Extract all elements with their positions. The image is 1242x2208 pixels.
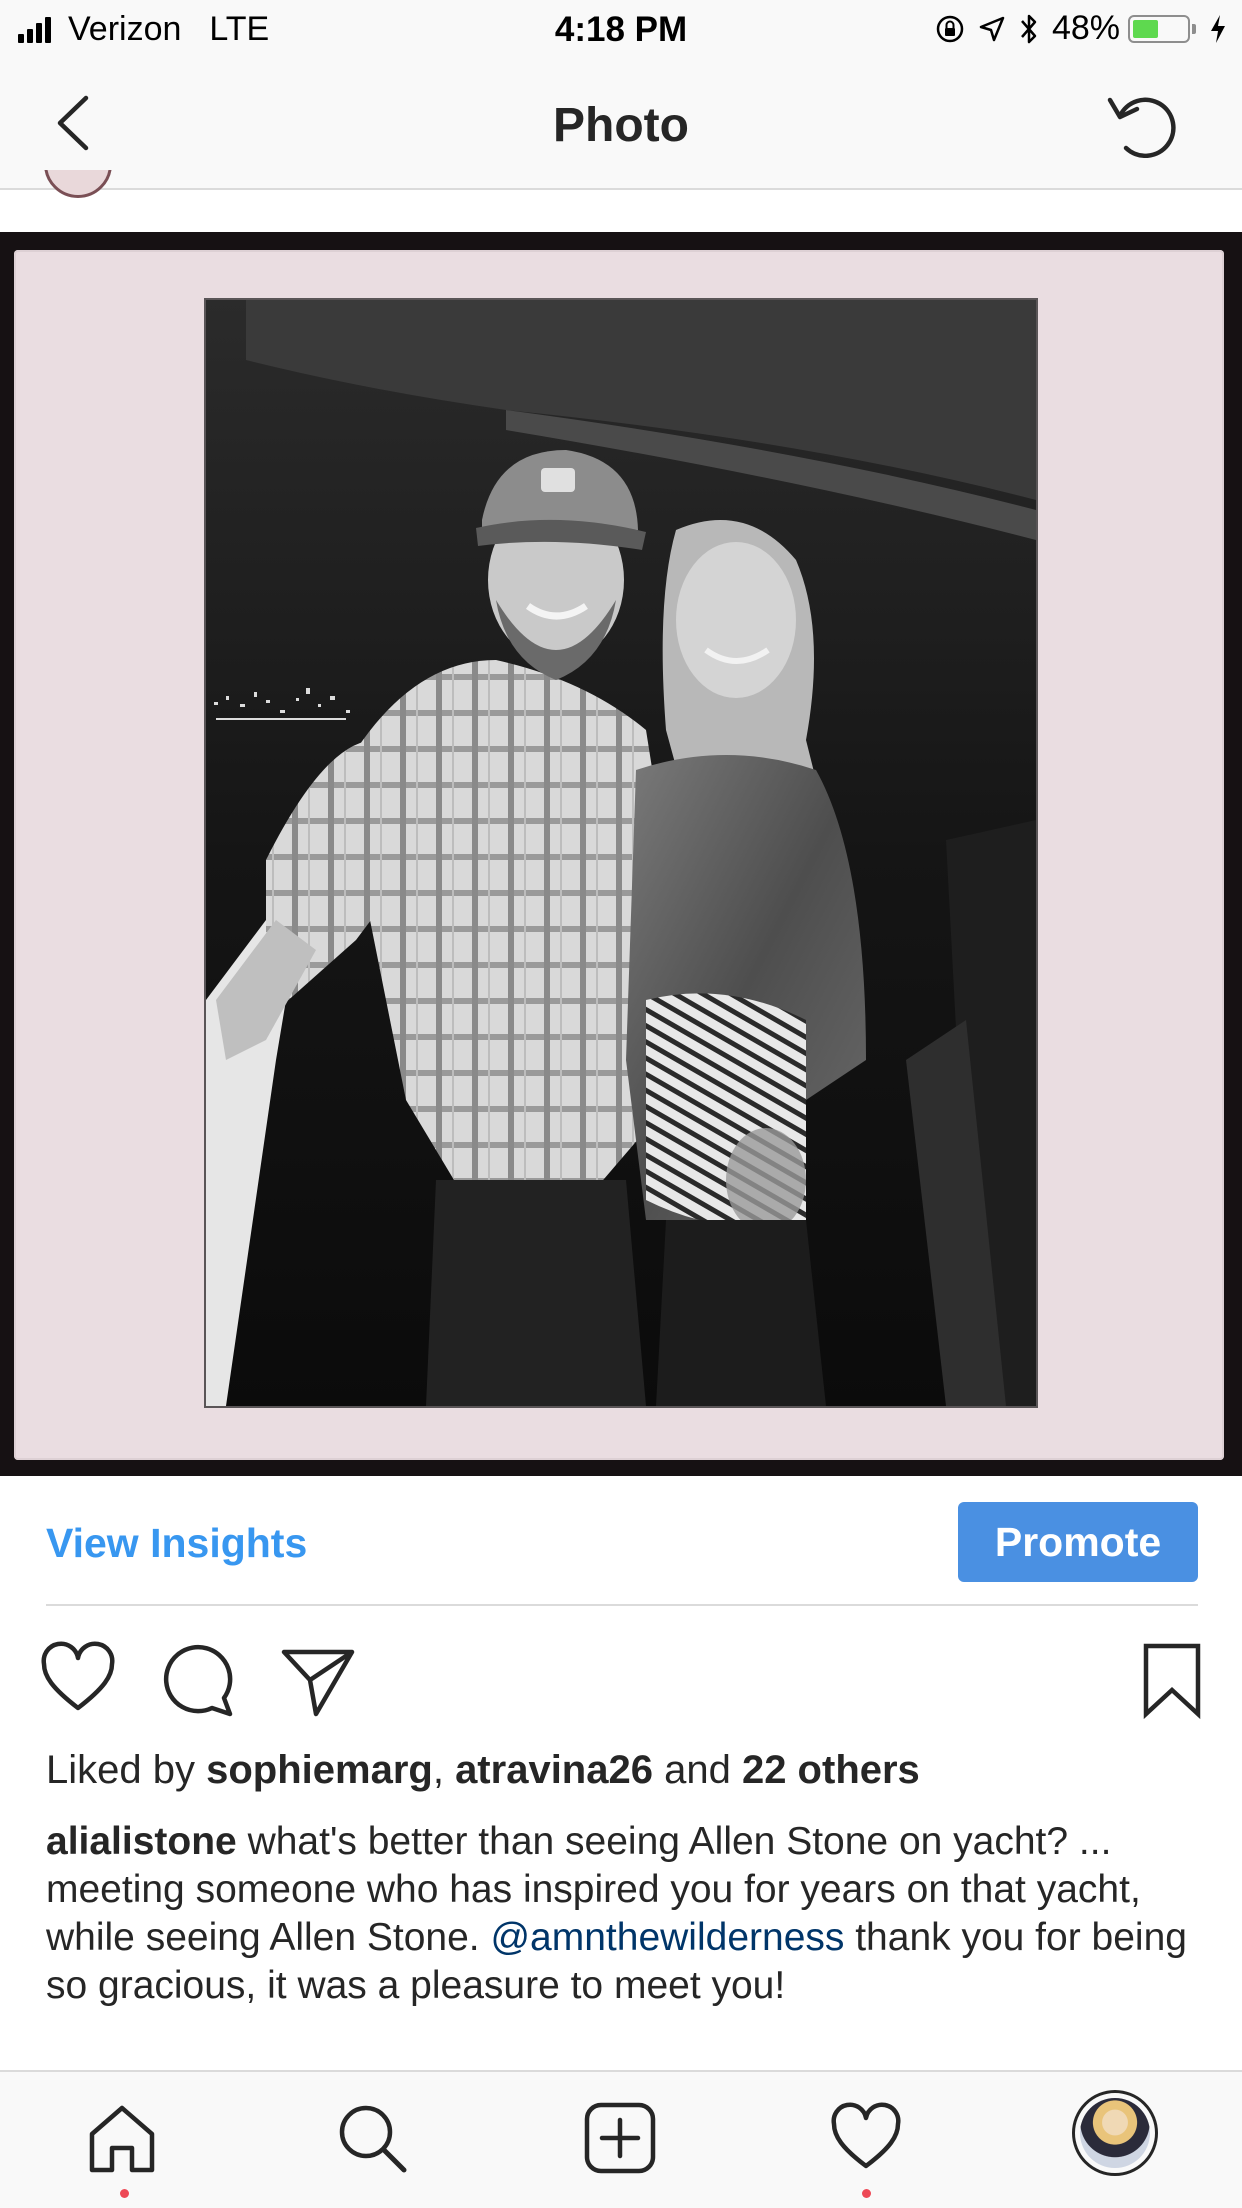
caption-mention[interactable]: @amnthewilderness	[490, 1916, 844, 1959]
post-photo[interactable]	[0, 232, 1242, 1476]
bookmark-icon[interactable]	[1132, 1640, 1212, 1720]
charging-icon	[1211, 14, 1225, 43]
battery-percent: 48%	[1051, 9, 1120, 47]
add-icon[interactable]	[582, 2100, 658, 2176]
view-insights-link[interactable]: View Insights	[46, 1520, 307, 1567]
post-actions	[0, 1640, 1242, 1720]
search-icon[interactable]	[334, 2100, 410, 2176]
page-title: Photo	[553, 99, 689, 152]
photo-mat	[14, 250, 1224, 1460]
liker-link[interactable]: atravina26	[455, 1748, 653, 1792]
battery-cap	[1192, 23, 1196, 34]
insights-row: View Insights Promote	[46, 1500, 1198, 1606]
activity-heart-icon[interactable]	[828, 2100, 904, 2176]
likes-summary: Liked by sophiemarg, atravina26 and 22 o…	[46, 1748, 920, 1793]
comment-icon[interactable]	[160, 1640, 240, 1720]
profile-avatar[interactable]	[1072, 2090, 1158, 2176]
likes-separator: ,	[432, 1748, 456, 1792]
battery-icon	[1128, 14, 1190, 43]
status-right: 48%	[922, 9, 1228, 48]
status-bar: Verizon LTE 4:18 PM 48%	[0, 0, 1242, 62]
location-arrow-icon	[979, 16, 1005, 41]
nav-bar: Photo	[0, 62, 1242, 190]
photo-scene	[206, 300, 1036, 1406]
battery-level-fill	[1133, 19, 1158, 38]
likes-and: and	[652, 1748, 742, 1792]
home-icon[interactable]	[84, 2100, 160, 2176]
photo-print	[206, 300, 1036, 1406]
activity-notification-dot	[862, 2189, 871, 2198]
orientation-lock-icon	[936, 15, 964, 42]
profile-picture	[1080, 2098, 1150, 2168]
likes-count-link[interactable]: 22 others	[742, 1748, 920, 1792]
post-author-avatar[interactable]	[44, 170, 112, 200]
caption-username[interactable]: alialistone	[46, 1820, 237, 1863]
home-notification-dot	[120, 2189, 129, 2198]
promote-button[interactable]: Promote	[958, 1502, 1198, 1582]
share-icon[interactable]	[278, 1640, 358, 1720]
post-caption: alialistone what's better than seeing Al…	[46, 1818, 1206, 2010]
heart-icon[interactable]	[38, 1640, 118, 1720]
refresh-icon[interactable]	[1104, 86, 1184, 166]
tab-bar	[0, 2070, 1242, 2208]
instagram-photo-screen: Verizon LTE 4:18 PM 48% Photo View Insig…	[0, 0, 1242, 2208]
likes-prefix: Liked by	[46, 1748, 207, 1792]
bluetooth-icon	[1020, 14, 1037, 43]
liker-link[interactable]: sophiemarg	[206, 1748, 433, 1792]
